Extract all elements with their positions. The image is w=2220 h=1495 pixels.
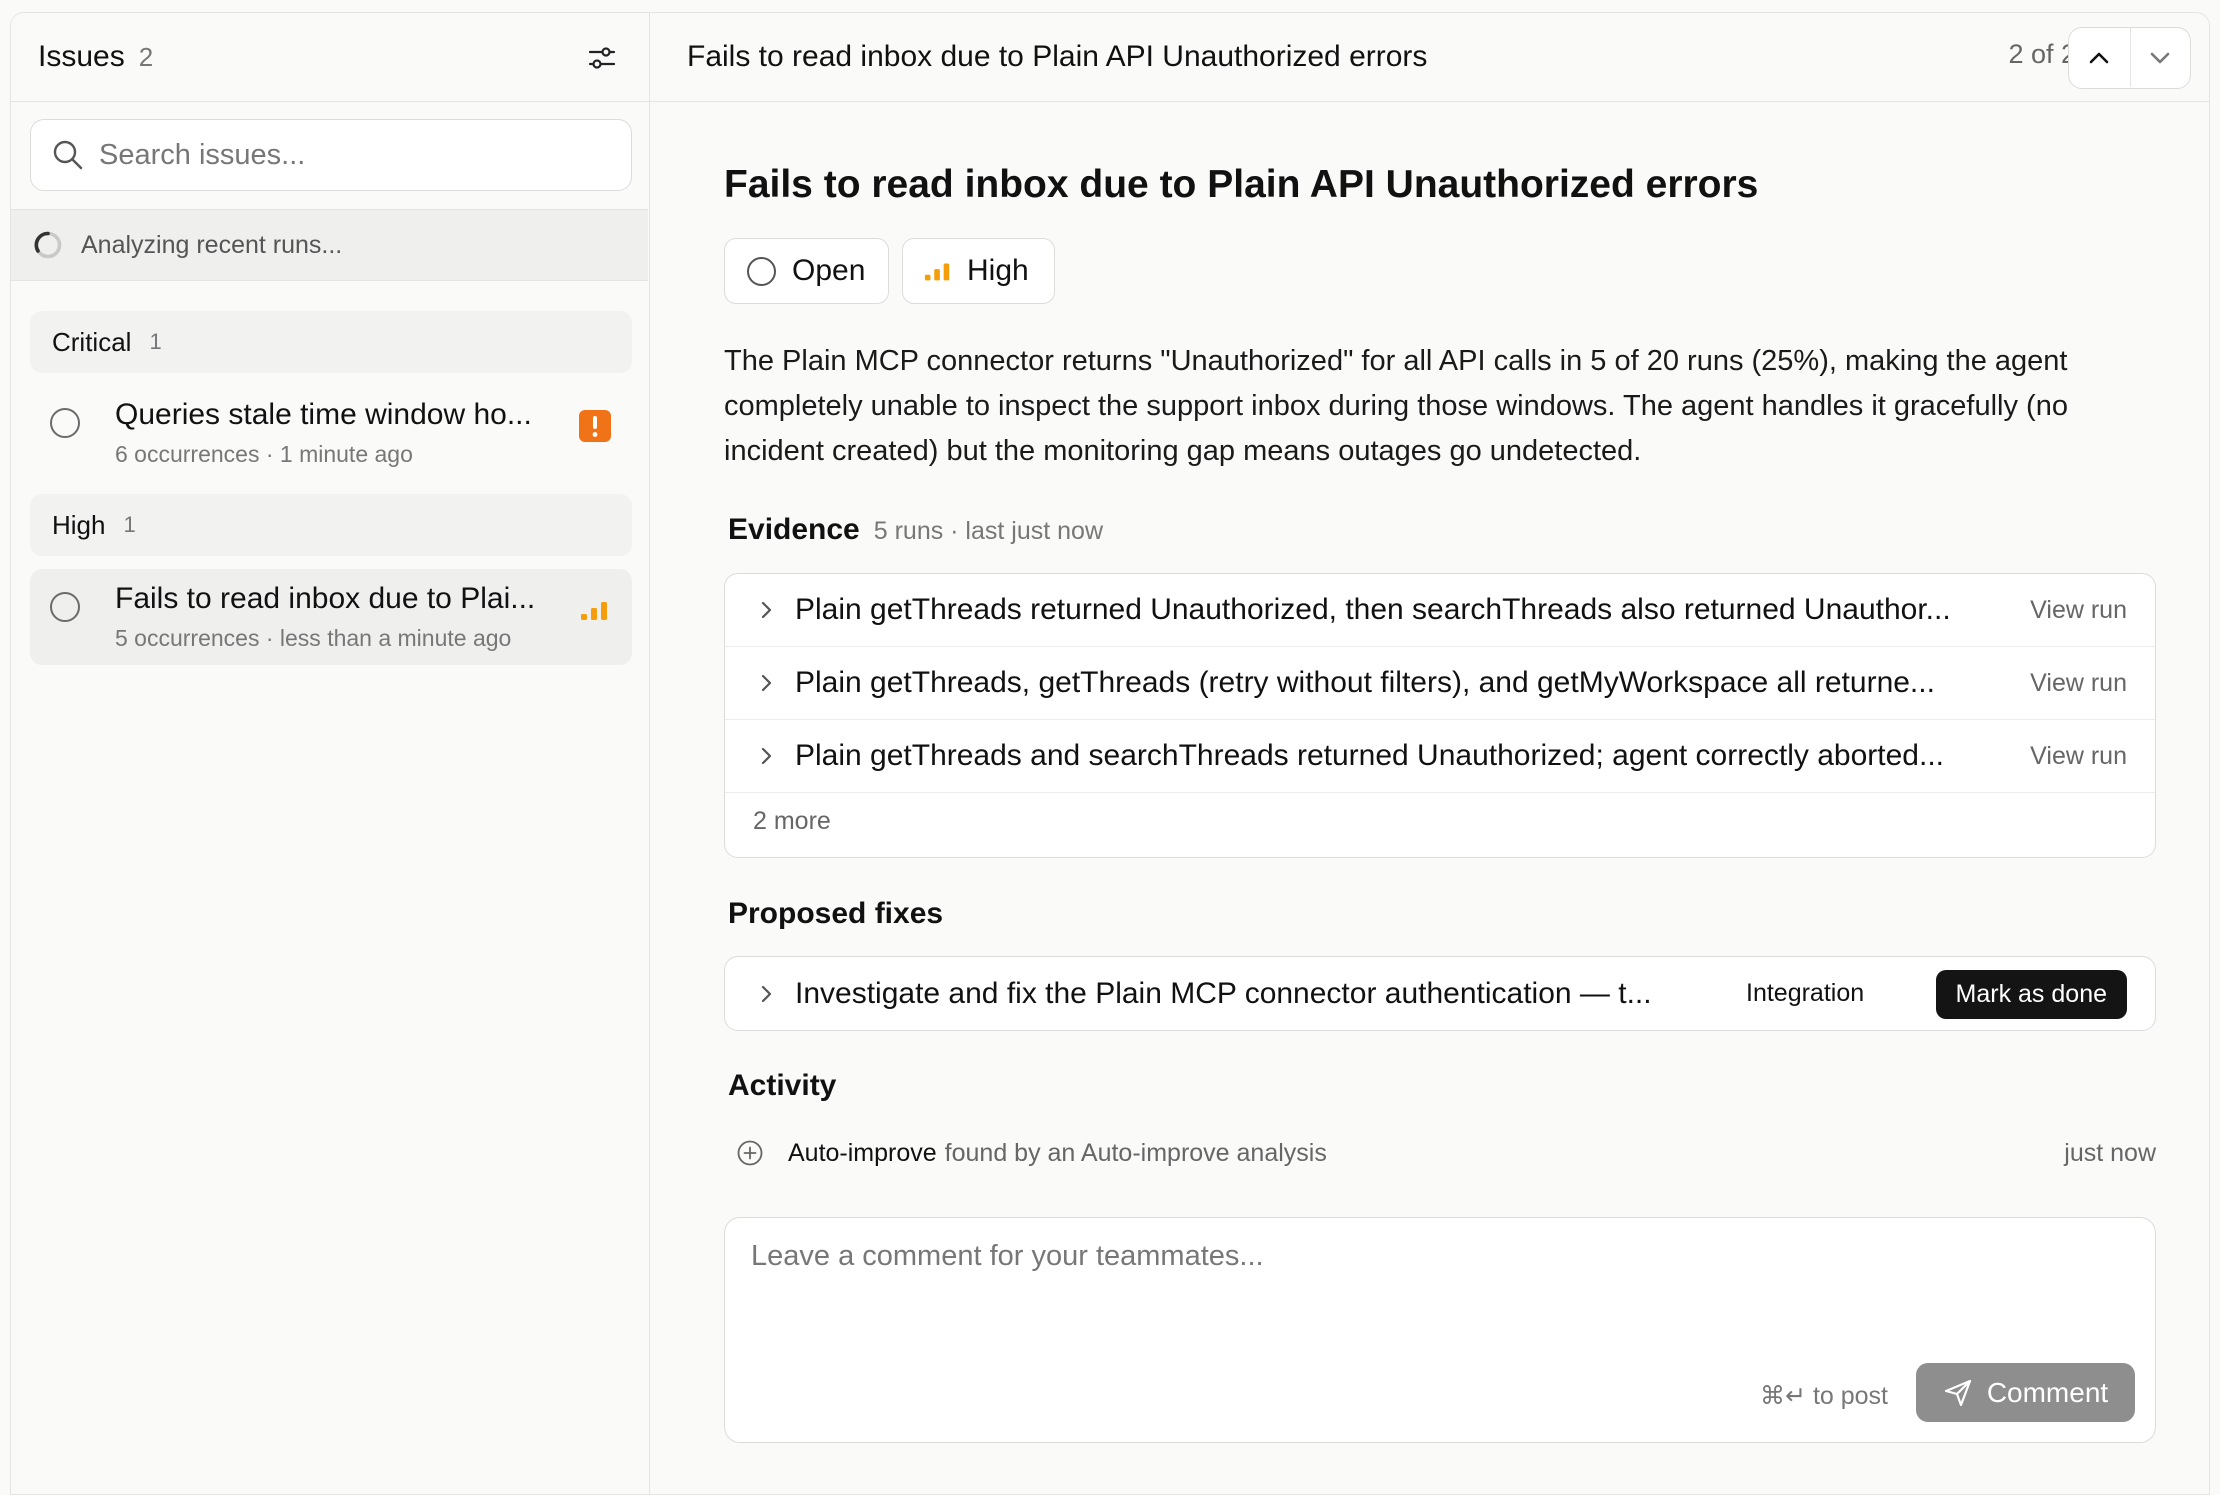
view-run-link[interactable]: View run xyxy=(2030,669,2127,698)
circle-icon xyxy=(50,408,80,438)
priority-label: High xyxy=(967,254,1029,287)
post-shortcut-hint: ⌘↵ to post xyxy=(1760,1382,1888,1410)
issue-list-item[interactable]: Queries stale time window ho... 6 occurr… xyxy=(30,385,632,481)
show-more-evidence[interactable]: 2 more xyxy=(753,807,831,836)
fix-category-tag: Integration xyxy=(1746,979,1865,1007)
evidence-row[interactable]: Plain getThreads, getThreads (retry with… xyxy=(725,647,2155,720)
analyzing-banner: Analyzing recent runs... xyxy=(11,209,648,281)
activity-item: Auto-improve found by an Auto-improve an… xyxy=(724,1133,2156,1173)
spinner-icon xyxy=(34,231,62,259)
issue-meta: 6 occurrences · 1 minute ago xyxy=(115,441,413,467)
comment-input[interactable] xyxy=(751,1240,2121,1340)
previous-issue-button[interactable] xyxy=(2069,28,2130,87)
evidence-subtitle: 5 runs · last just now xyxy=(873,517,1103,545)
activity-title: Activity xyxy=(728,1069,837,1102)
fix-text: Investigate and fix the Plain MCP connec… xyxy=(795,976,1652,1010)
chevron-up-icon xyxy=(2089,52,2109,63)
chevron-down-icon xyxy=(2150,52,2170,63)
view-run-link[interactable]: View run xyxy=(2030,742,2127,771)
group-name: Critical xyxy=(52,326,132,357)
search-box xyxy=(30,119,632,191)
issues-sidebar: Issues 2 Analyzing recent runs... Critic… xyxy=(11,13,650,1494)
issue-title: Queries stale time window ho... xyxy=(115,398,532,431)
pager-text: 2 of 2 xyxy=(2008,39,2076,69)
activity-text: found by an Auto-improve analysis xyxy=(944,1138,1327,1167)
group-count: 1 xyxy=(149,329,162,354)
group-header-critical: Critical 1 xyxy=(30,311,632,373)
circle-icon xyxy=(747,256,776,286)
group-count: 1 xyxy=(123,512,136,537)
evidence-title: Evidence xyxy=(728,513,860,546)
issue-title: Fails to read inbox due to Plai... xyxy=(115,582,536,615)
mark-as-done-button[interactable]: Mark as done xyxy=(1935,970,2127,1019)
view-run-link[interactable]: View run xyxy=(2030,596,2127,625)
activity-actor: Auto-improve xyxy=(788,1138,937,1167)
evidence-row[interactable]: Plain getThreads and searchThreads retur… xyxy=(725,720,2155,793)
next-issue-button[interactable] xyxy=(2129,28,2191,87)
evidence-section-title: Evidence 5 runs · last just now xyxy=(728,513,1103,547)
evidence-text: Plain getThreads and searchThreads retur… xyxy=(795,739,1944,772)
circle-icon xyxy=(50,592,80,622)
chevron-right-icon xyxy=(761,601,772,619)
pager-nav xyxy=(2068,27,2191,89)
detail-header: Fails to read inbox due to Plain API Una… xyxy=(650,13,2209,102)
high-priority-icon xyxy=(581,602,607,620)
status-label: Open xyxy=(792,254,866,287)
chevron-right-icon xyxy=(761,747,772,765)
app-window: Issues 2 Analyzing recent runs... Critic… xyxy=(10,12,2210,1495)
proposed-fix-row[interactable]: Investigate and fix the Plain MCP connec… xyxy=(724,956,2156,1031)
chevron-right-icon xyxy=(761,674,772,692)
high-priority-icon xyxy=(924,263,950,281)
issue-description: The Plain MCP connector returns "Unautho… xyxy=(724,345,2068,467)
comment-composer: ⌘↵ to post Comment xyxy=(724,1217,2156,1443)
status-chip[interactable]: Open xyxy=(724,238,889,304)
header-title: Fails to read inbox due to Plain API Una… xyxy=(687,40,1428,73)
send-icon xyxy=(1944,1379,1971,1406)
comment-button-label: Comment xyxy=(1986,1376,2109,1408)
filter-icon[interactable] xyxy=(585,41,619,75)
issue-detail-panel: Fails to read inbox due to Plain API Una… xyxy=(650,13,2209,1494)
evidence-list: Plain getThreads returned Unauthorized, … xyxy=(724,573,2156,858)
search-icon xyxy=(53,140,83,170)
critical-priority-icon xyxy=(579,410,611,442)
issue-list-item-selected[interactable]: Fails to read inbox due to Plai... 5 occ… xyxy=(30,569,632,665)
analyzing-text: Analyzing recent runs... xyxy=(81,230,343,259)
search-input[interactable] xyxy=(99,138,619,172)
group-header-high: High 1 xyxy=(30,494,632,556)
activity-time: just now xyxy=(2064,1138,2156,1167)
evidence-text: Plain getThreads, getThreads (retry with… xyxy=(795,666,1935,699)
group-name: High xyxy=(52,509,106,540)
chevron-right-icon xyxy=(761,985,772,1002)
sidebar-issue-count: 2 xyxy=(138,41,154,72)
issue-meta: 5 occurrences · less than a minute ago xyxy=(115,625,512,651)
plus-circle-icon xyxy=(737,1140,763,1166)
priority-chip[interactable]: High xyxy=(902,238,1055,304)
evidence-row[interactable]: Plain getThreads returned Unauthorized, … xyxy=(725,574,2155,647)
issue-heading: Fails to read inbox due to Plain API Una… xyxy=(724,163,1759,206)
sidebar-title: Issues xyxy=(38,40,125,73)
comment-button[interactable]: Comment xyxy=(1916,1363,2135,1422)
fixes-title: Proposed fixes xyxy=(728,897,944,930)
sidebar-header: Issues 2 xyxy=(11,13,649,102)
evidence-text: Plain getThreads returned Unauthorized, … xyxy=(795,593,1951,626)
